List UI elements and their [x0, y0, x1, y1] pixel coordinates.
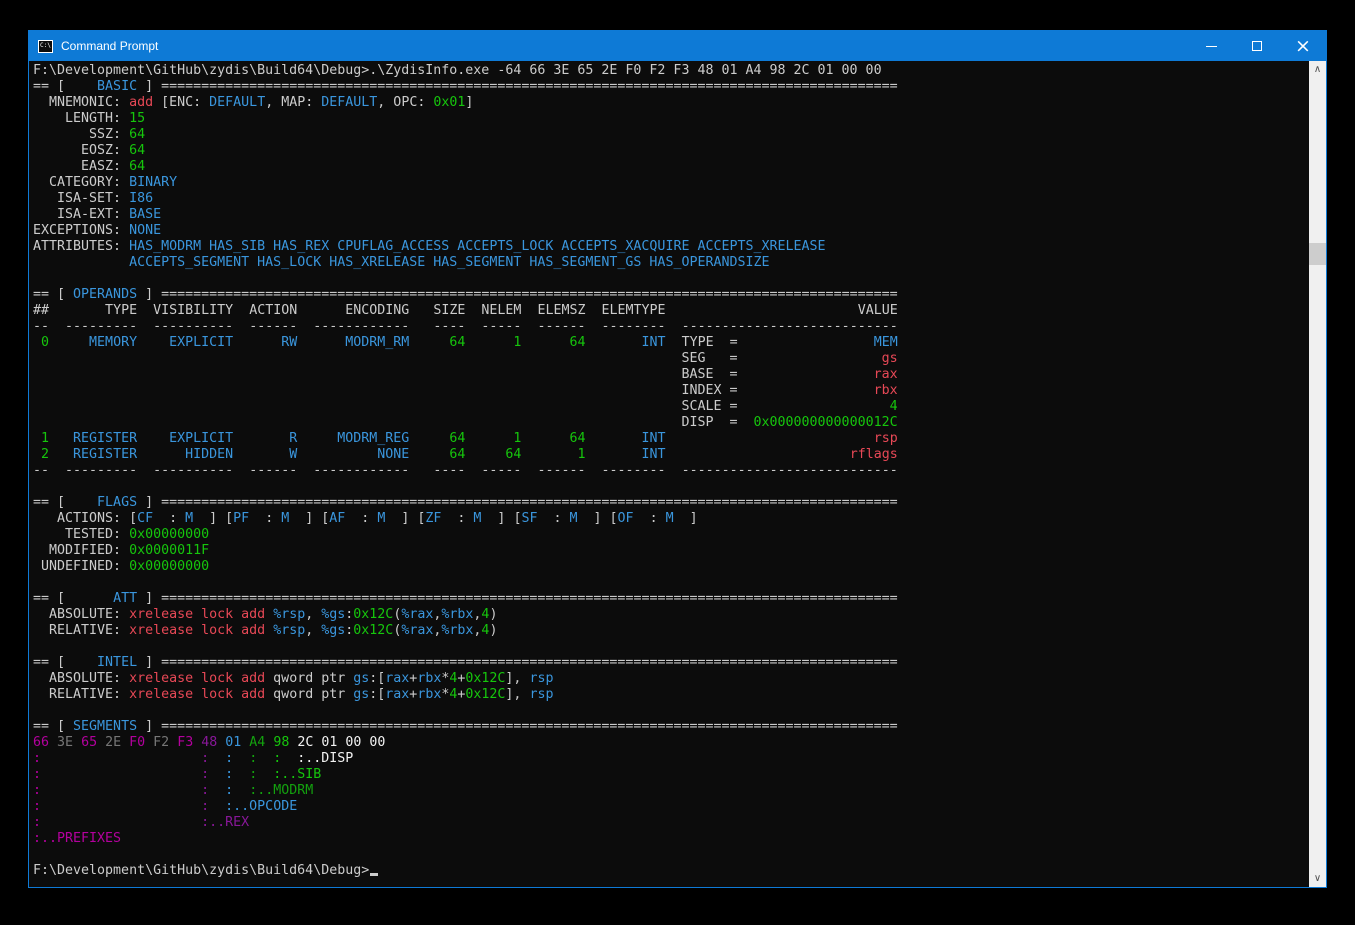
- console-line: == [ SEGMENTS ] ========================…: [33, 719, 1309, 735]
- console-line: == [ BASIC ] ===========================…: [33, 79, 1309, 95]
- scroll-up-button[interactable]: ∧: [1309, 61, 1326, 78]
- console-line: 0 MEMORY EXPLICIT RW MODRM_RM 64 1 64 IN…: [33, 335, 1309, 351]
- console-line: TESTED: 0x00000000: [33, 527, 1309, 543]
- console-line: 66 3E 65 2E F0 F2 F3 48 01 A4 98 2C 01 0…: [33, 735, 1309, 751]
- console-line: == [ INTEL ] ===========================…: [33, 655, 1309, 671]
- console-line: ABSOLUTE: xrelease lock add %rsp, %gs:0x…: [33, 607, 1309, 623]
- console-output[interactable]: F:\Development\GitHub\zydis\Build64\Debu…: [29, 61, 1309, 887]
- console-line: ACTIONS: [CF : M ] [PF : M ] [AF : M ] […: [33, 511, 1309, 527]
- console-line: -- --------- ---------- ------ ---------…: [33, 319, 1309, 335]
- console-line: : : : : :..SIB: [33, 767, 1309, 783]
- console-line: LENGTH: 15: [33, 111, 1309, 127]
- console-line: ## TYPE VISIBILITY ACTION ENCODING SIZE …: [33, 303, 1309, 319]
- scroll-down-icon: ∨: [1314, 873, 1321, 884]
- console-line: UNDEFINED: 0x00000000: [33, 559, 1309, 575]
- window-controls: ×: [1188, 31, 1326, 61]
- console-line: SEG = gs: [33, 351, 1309, 367]
- console-line: : :..REX: [33, 815, 1309, 831]
- maximize-icon: [1252, 41, 1262, 51]
- console-line: CATEGORY: BINARY: [33, 175, 1309, 191]
- console-line: RELATIVE: xrelease lock add %rsp, %gs:0x…: [33, 623, 1309, 639]
- scroll-up-icon: ∧: [1314, 64, 1321, 75]
- window-title: Command Prompt: [61, 39, 158, 53]
- console-line: == [ OPERANDS ] ========================…: [33, 287, 1309, 303]
- console-line: 2 REGISTER HIDDEN W NONE 64 64 1 INT rfl…: [33, 447, 1309, 463]
- minimize-icon: [1206, 46, 1217, 47]
- scrollbar[interactable]: ∧ ∨: [1309, 61, 1326, 887]
- console-area: F:\Development\GitHub\zydis\Build64\Debu…: [29, 61, 1326, 887]
- console-line: : : : :..MODRM: [33, 783, 1309, 799]
- console-line: RELATIVE: xrelease lock add qword ptr gs…: [33, 687, 1309, 703]
- close-button[interactable]: ×: [1280, 31, 1326, 61]
- console-line: ABSOLUTE: xrelease lock add qword ptr gs…: [33, 671, 1309, 687]
- console-line: EOSZ: 64: [33, 143, 1309, 159]
- text-cursor: [370, 873, 378, 876]
- maximize-button[interactable]: [1234, 31, 1280, 61]
- console-line: INDEX = rbx: [33, 383, 1309, 399]
- cmd-icon-text: C:\: [40, 41, 51, 51]
- console-line: SSZ: 64: [33, 127, 1309, 143]
- console-line: ISA-EXT: BASE: [33, 207, 1309, 223]
- console-line: [33, 703, 1309, 719]
- console-line: DISP = 0x000000000000012C: [33, 415, 1309, 431]
- scrollbar-thumb[interactable]: [1309, 243, 1326, 265]
- console-line: MNEMONIC: add [ENC: DEFAULT, MAP: DEFAUL…: [33, 95, 1309, 111]
- close-icon: ×: [1295, 37, 1311, 56]
- console-line: [33, 479, 1309, 495]
- console-line: BASE = rax: [33, 367, 1309, 383]
- console-line: EASZ: 64: [33, 159, 1309, 175]
- console-line: : : :..OPCODE: [33, 799, 1309, 815]
- console-line: 1 REGISTER EXPLICIT R MODRM_REG 64 1 64 …: [33, 431, 1309, 447]
- console-line: ISA-SET: I86: [33, 191, 1309, 207]
- titlebar[interactable]: C:\ Command Prompt ×: [29, 31, 1326, 61]
- console-line: :..PREFIXES: [33, 831, 1309, 847]
- cmd-icon: C:\: [38, 40, 53, 53]
- console-line: [33, 271, 1309, 287]
- console-line: ATTRIBUTES: HAS_MODRM HAS_SIB HAS_REX CP…: [33, 239, 1309, 255]
- console-line: F:\Development\GitHub\zydis\Build64\Debu…: [33, 63, 1309, 79]
- console-line: : : : : : :..DISP: [33, 751, 1309, 767]
- console-line: EXCEPTIONS: NONE: [33, 223, 1309, 239]
- console-line: SCALE = 4: [33, 399, 1309, 415]
- console-line: -- --------- ---------- ------ ---------…: [33, 463, 1309, 479]
- console-line: [33, 575, 1309, 591]
- console-line: [33, 847, 1309, 863]
- console-line: == [ ATT ] =============================…: [33, 591, 1309, 607]
- console-line: [33, 639, 1309, 655]
- scroll-down-button[interactable]: ∨: [1309, 870, 1326, 887]
- minimize-button[interactable]: [1188, 31, 1234, 61]
- command-prompt-window: C:\ Command Prompt × F:\Development\GitH…: [28, 30, 1327, 888]
- console-line: F:\Development\GitHub\zydis\Build64\Debu…: [33, 863, 1309, 879]
- console-line: == [ FLAGS ] ===========================…: [33, 495, 1309, 511]
- console-line: MODIFIED: 0x0000011F: [33, 543, 1309, 559]
- console-line: ACCEPTS_SEGMENT HAS_LOCK HAS_XRELEASE HA…: [33, 255, 1309, 271]
